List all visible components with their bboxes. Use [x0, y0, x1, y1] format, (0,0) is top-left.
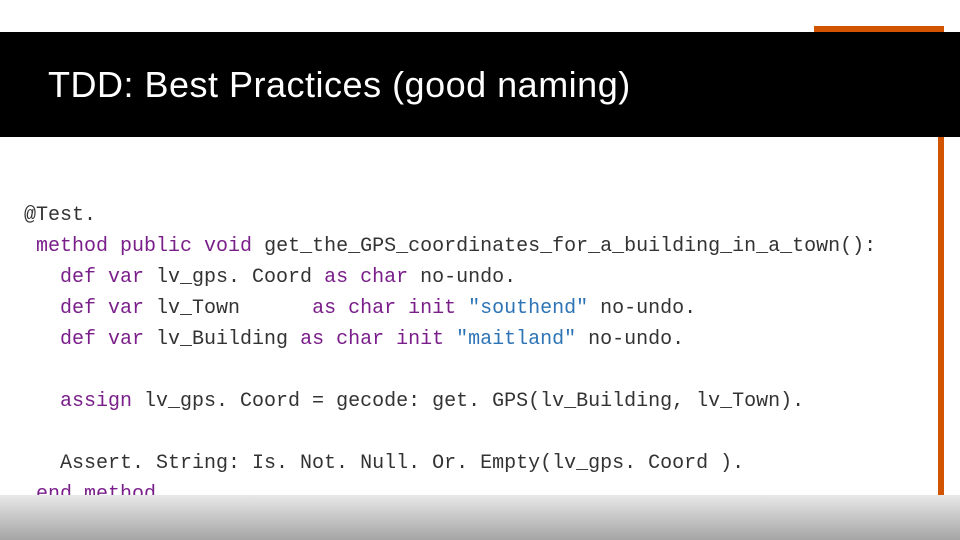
code-line-1: @Test.: [24, 204, 96, 227]
title-band: TDD: Best Practices (good naming): [0, 32, 960, 137]
keyword: as char: [324, 266, 408, 289]
keyword: as char init: [300, 328, 444, 351]
slide-title: TDD: Best Practices (good naming): [0, 32, 960, 106]
code-line-7: Assert. String: Is. Not. Null. Or. Empty…: [60, 452, 744, 475]
keyword: as char init: [312, 297, 456, 320]
code-text: lv_Building: [144, 328, 300, 351]
code-text: no-undo.: [588, 328, 684, 351]
bottom-shadow: [0, 495, 960, 540]
code-text: no-undo.: [600, 297, 696, 320]
code-text: no-undo.: [408, 266, 516, 289]
string-literal: "southend": [456, 297, 600, 320]
code-text: lv_gps. Coord: [144, 266, 324, 289]
string-literal: "maitland": [444, 328, 588, 351]
keyword: method public void: [36, 235, 252, 258]
keyword: def var: [60, 266, 144, 289]
keyword: assign: [60, 390, 132, 413]
slide: TDD: Best Practices (good naming) @Test.…: [0, 0, 960, 540]
code-block: @Test. method public void get_the_GPS_co…: [24, 200, 924, 510]
code-text: get_the_GPS_coordinates_for_a_building_i…: [252, 235, 876, 258]
keyword: def var: [60, 328, 144, 351]
code-text: lv_gps. Coord = gecode: get. GPS(lv_Buil…: [132, 390, 804, 413]
code-text: lv_Town: [144, 297, 312, 320]
accent-bar-right: [938, 137, 944, 497]
keyword: def var: [60, 297, 144, 320]
